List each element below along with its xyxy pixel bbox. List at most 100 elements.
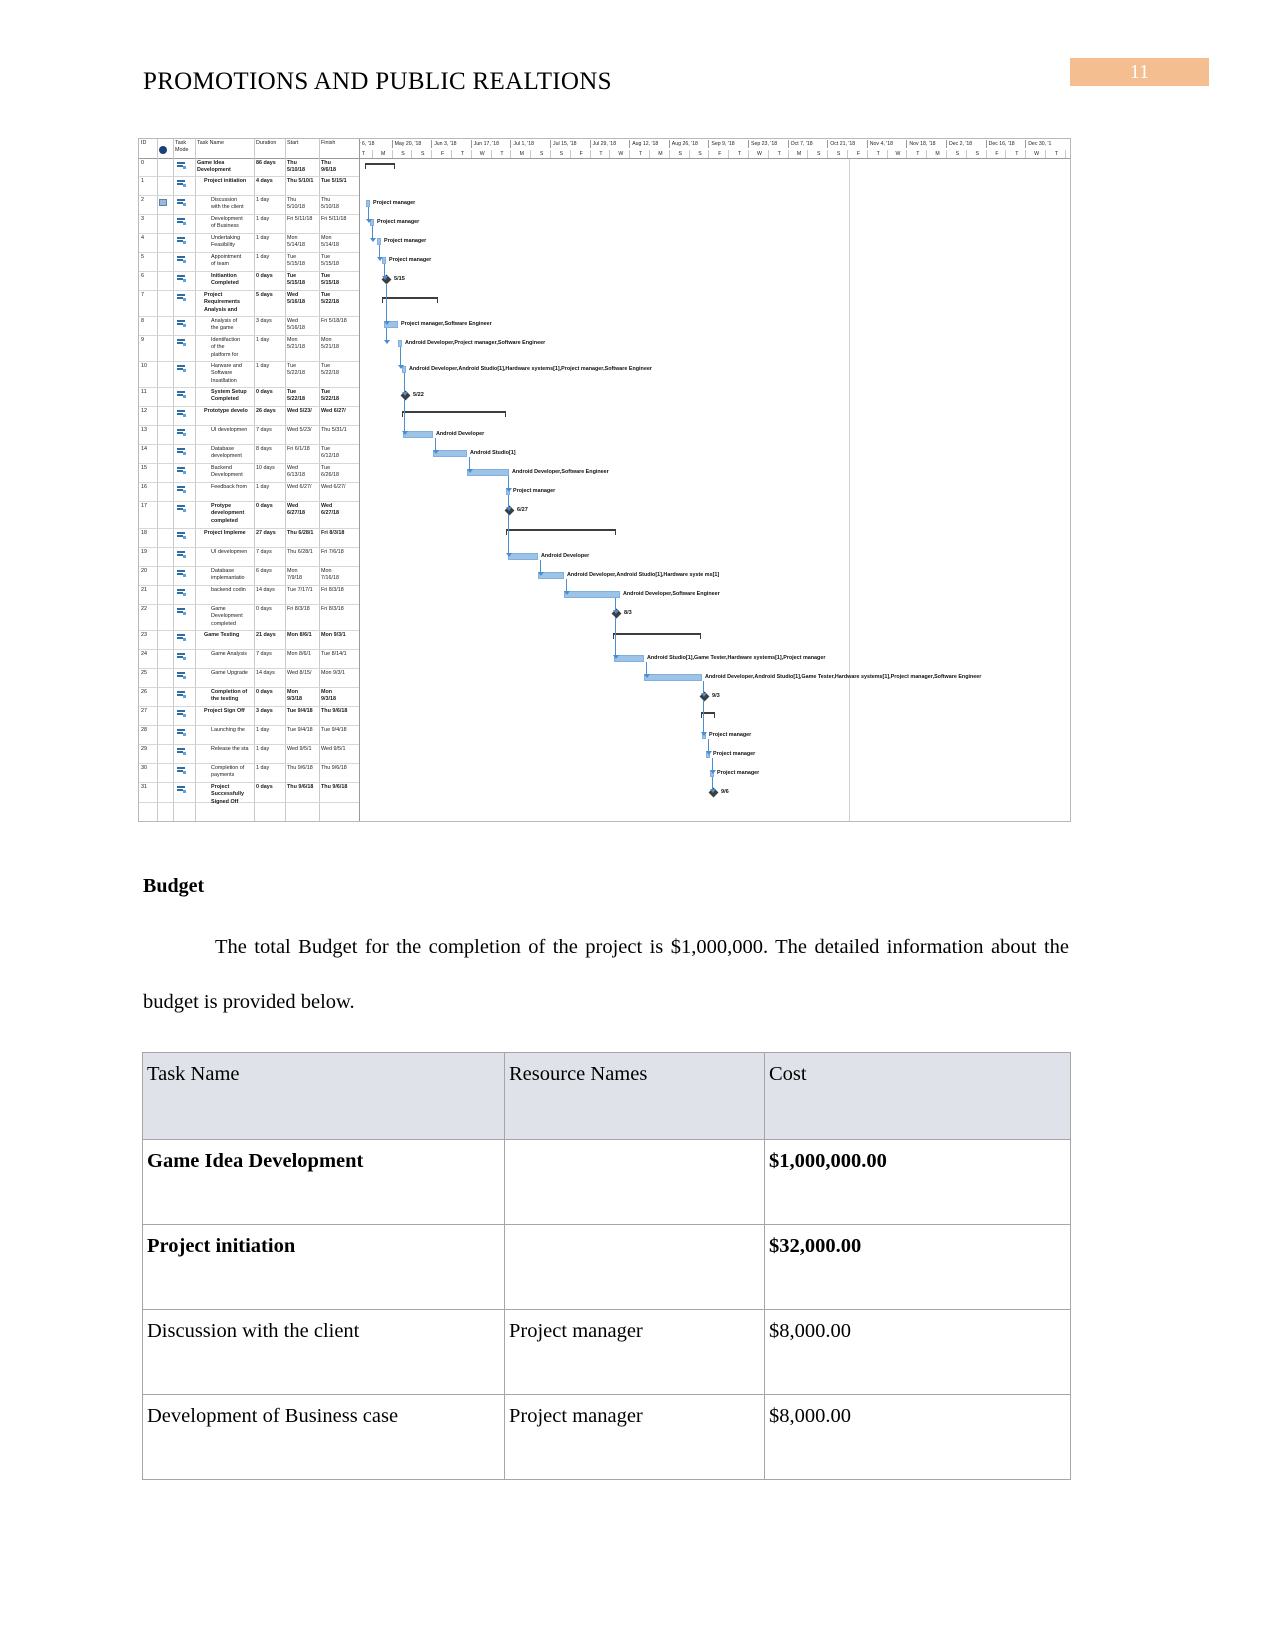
task-mode-icon[interactable] [177, 391, 188, 398]
gantt-task-row[interactable]: 31 Project Successfully Signed Off 0 days T… [139, 783, 359, 805]
gantt-task-row[interactable]: 3 Development of Business 1 day Fri 5/11/18… [139, 215, 359, 234]
task-mode-icon[interactable] [177, 570, 188, 577]
gantt-task-row[interactable]: 18 Project Impleme 27 days Thu 6/28/1 Fri 8/… [139, 529, 359, 548]
gantt-task-row[interactable]: 24 Game Analysis 7 days Mon 8/6/1 Tue 8/14/1 [139, 650, 359, 669]
task-mode-icon[interactable] [177, 365, 188, 372]
task-mode-icon[interactable] [177, 532, 188, 539]
gantt-task-row[interactable]: 16 Feedback from 1 day Wed 6/27/Wed 6/27/ [139, 483, 359, 502]
gantt-task-row[interactable]: 12 Prototype develo 26 days Wed 5/23/Wed 6/… [139, 407, 359, 426]
task-mode-icon[interactable] [177, 467, 188, 474]
task-mode-icon[interactable] [177, 608, 188, 615]
gantt-task-row[interactable]: 10 Harware and Software Insatllation 1 day… [139, 362, 359, 388]
gantt-task-row[interactable]: 0 Game Idea Development 86 days Thu 5/10/18… [139, 159, 359, 177]
task-duration: 3 days [256, 318, 272, 324]
gantt-summary-bar[interactable] [382, 297, 438, 303]
task-note-icon[interactable] [159, 199, 167, 206]
gantt-task-bar[interactable] [467, 469, 509, 476]
task-mode-icon[interactable] [177, 320, 188, 327]
gantt-dependency-arrow [401, 392, 408, 396]
gantt-task-row[interactable]: 13 UI developmen 7 days Wed 5/23/Thu 5/31/1 [139, 426, 359, 445]
task-mode-icon[interactable] [177, 691, 188, 698]
gantt-dependency-link [435, 438, 436, 450]
gantt-dependency-arrow [700, 693, 707, 697]
task-name: Project Sign Off [204, 708, 245, 714]
task-mode-icon[interactable] [177, 162, 188, 169]
gantt-task-row[interactable]: 22 Game Development completed 0 days Fri 8/… [139, 605, 359, 631]
gantt-task-row[interactable]: 23 Game Testing 21 days Mon 8/6/1 Mon 9/3/1 [139, 631, 359, 650]
gantt-task-row[interactable]: 26 Completion of the testing 0 days Mon 9/3… [139, 688, 359, 707]
task-mode-icon[interactable] [177, 218, 188, 225]
task-mode-icon[interactable] [177, 710, 188, 717]
gantt-task-row[interactable]: 15 Backend Development 10 days Wed 6/13/18 T… [139, 464, 359, 483]
gantt-milestone-label: 9/3 [712, 693, 720, 699]
task-mode-icon[interactable] [177, 237, 188, 244]
task-mode-icon[interactable] [177, 410, 188, 417]
gantt-task-bar[interactable] [382, 257, 386, 264]
gantt-task-bar[interactable] [644, 674, 702, 681]
task-mode-icon[interactable] [177, 786, 188, 793]
task-mode-icon[interactable] [177, 448, 188, 455]
task-mode-icon[interactable] [177, 180, 188, 187]
timeline-day-label: W [886, 150, 907, 158]
gantt-task-row[interactable]: 7 Project Requirements Analysis and 5 days… [139, 291, 359, 317]
gantt-task-row[interactable]: 17 Protype development completed 0 days Wed… [139, 502, 359, 529]
task-finish: Mon 9/3/1 [321, 632, 346, 638]
gantt-summary-bar[interactable] [506, 529, 616, 535]
gantt-task-row[interactable]: 28 Launching the 1 day Tue 9/4/18 Tue 9/4/18 [139, 726, 359, 745]
gantt-dependency-arrow [401, 431, 408, 435]
gantt-task-bar[interactable] [403, 431, 433, 438]
gantt-task-bar[interactable] [366, 200, 370, 207]
task-mode-icon[interactable] [177, 486, 188, 493]
gantt-dependency-arrow [612, 610, 619, 614]
gantt-summary-bar[interactable] [402, 411, 506, 417]
gantt-task-row[interactable]: 1 Project initiation 4 days Thu 5/10/1 Tue 5… [139, 177, 359, 196]
task-mode-icon[interactable] [177, 505, 188, 512]
gantt-task-row[interactable]: 8 Analysis of the game 3 days Wed 5/16/18 Fr… [139, 317, 359, 336]
task-mode-icon[interactable] [177, 634, 188, 641]
task-mode-icon[interactable] [177, 551, 188, 558]
task-duration: 86 days [256, 160, 276, 166]
gantt-task-row[interactable]: 6 Initiantion Completed 0 days Tue 5/15/18 T… [139, 272, 359, 291]
timeline-day-label: T [629, 150, 649, 158]
task-mode-icon[interactable] [177, 199, 188, 206]
gantt-task-row[interactable]: 20 Database implemantatio 6 days Mon 7/9/18… [139, 567, 359, 586]
gantt-task-row[interactable]: 30 Completion of payments 1 day Thu 9/6/18 T… [139, 764, 359, 783]
gantt-task-row[interactable]: 4 Undertaking Feasibility 1 day Mon 5/14/18… [139, 234, 359, 253]
gantt-dependency-arrow [383, 321, 390, 325]
timeline-period-label: Jul 15, '18 [550, 140, 590, 148]
task-mode-icon[interactable] [177, 729, 188, 736]
gantt-task-row[interactable]: 2 Discussion with the client 1 day Thu 5/10… [139, 196, 359, 215]
gantt-task-row[interactable]: 29 Release the sta 1 day Wed 9/5/1 Wed 9/5/1 [139, 745, 359, 764]
gantt-task-bar[interactable] [508, 553, 538, 560]
task-mode-icon[interactable] [177, 294, 188, 301]
task-mode-icon[interactable] [177, 275, 188, 282]
gantt-task-bar[interactable] [398, 340, 402, 347]
task-mode-icon[interactable] [177, 429, 188, 436]
task-mode-icon[interactable] [177, 339, 188, 346]
timeline-day-label: F [847, 150, 867, 158]
gantt-summary-bar[interactable] [613, 633, 701, 639]
task-mode-icon[interactable] [177, 672, 188, 679]
gantt-summary-bar[interactable] [365, 163, 395, 169]
task-mode-icon[interactable] [177, 748, 188, 755]
gantt-task-bar[interactable] [377, 238, 381, 245]
gantt-task-row[interactable]: 25 Game Upgrade 14 days Wed 8/15/Mon 9/3/1 [139, 669, 359, 688]
task-mode-icon[interactable] [177, 767, 188, 774]
task-mode-icon[interactable] [177, 256, 188, 263]
gantt-task-row[interactable]: 19 UI developmen 7 days Thu 6/28/1 Fri 7/6/1… [139, 548, 359, 567]
gantt-dependency-link [386, 283, 387, 321]
timeline-day-label: S [550, 150, 570, 158]
budget-cost: $8,000.00 [764, 1309, 1071, 1395]
gantt-task-bar[interactable] [614, 655, 644, 662]
gantt-task-row[interactable]: 14 Database development 8 days Fri 6/1/18 Tu… [139, 445, 359, 464]
task-mode-icon[interactable] [177, 653, 188, 660]
gantt-task-row[interactable]: 27 Project Sign Off 3 days Tue 9/4/18 Thu 9/… [139, 707, 359, 726]
task-finish: Fri 8/3/18 [321, 606, 344, 612]
gantt-dependency-link [404, 399, 405, 431]
gantt-task-row[interactable]: 9 Identifaction of the platform for 1 day M… [139, 336, 359, 362]
gantt-task-bar[interactable] [564, 591, 620, 598]
gantt-task-row[interactable]: 11 System Setup Completed 0 days Tue 5/22/1… [139, 388, 359, 407]
gantt-task-row[interactable]: 21 backend codin 14 days Tue 7/17/1 Fri 8/3/… [139, 586, 359, 605]
gantt-task-row[interactable]: 5 Appointment of team 1 day Tue 5/15/18 Tue … [139, 253, 359, 272]
task-mode-icon[interactable] [177, 589, 188, 596]
